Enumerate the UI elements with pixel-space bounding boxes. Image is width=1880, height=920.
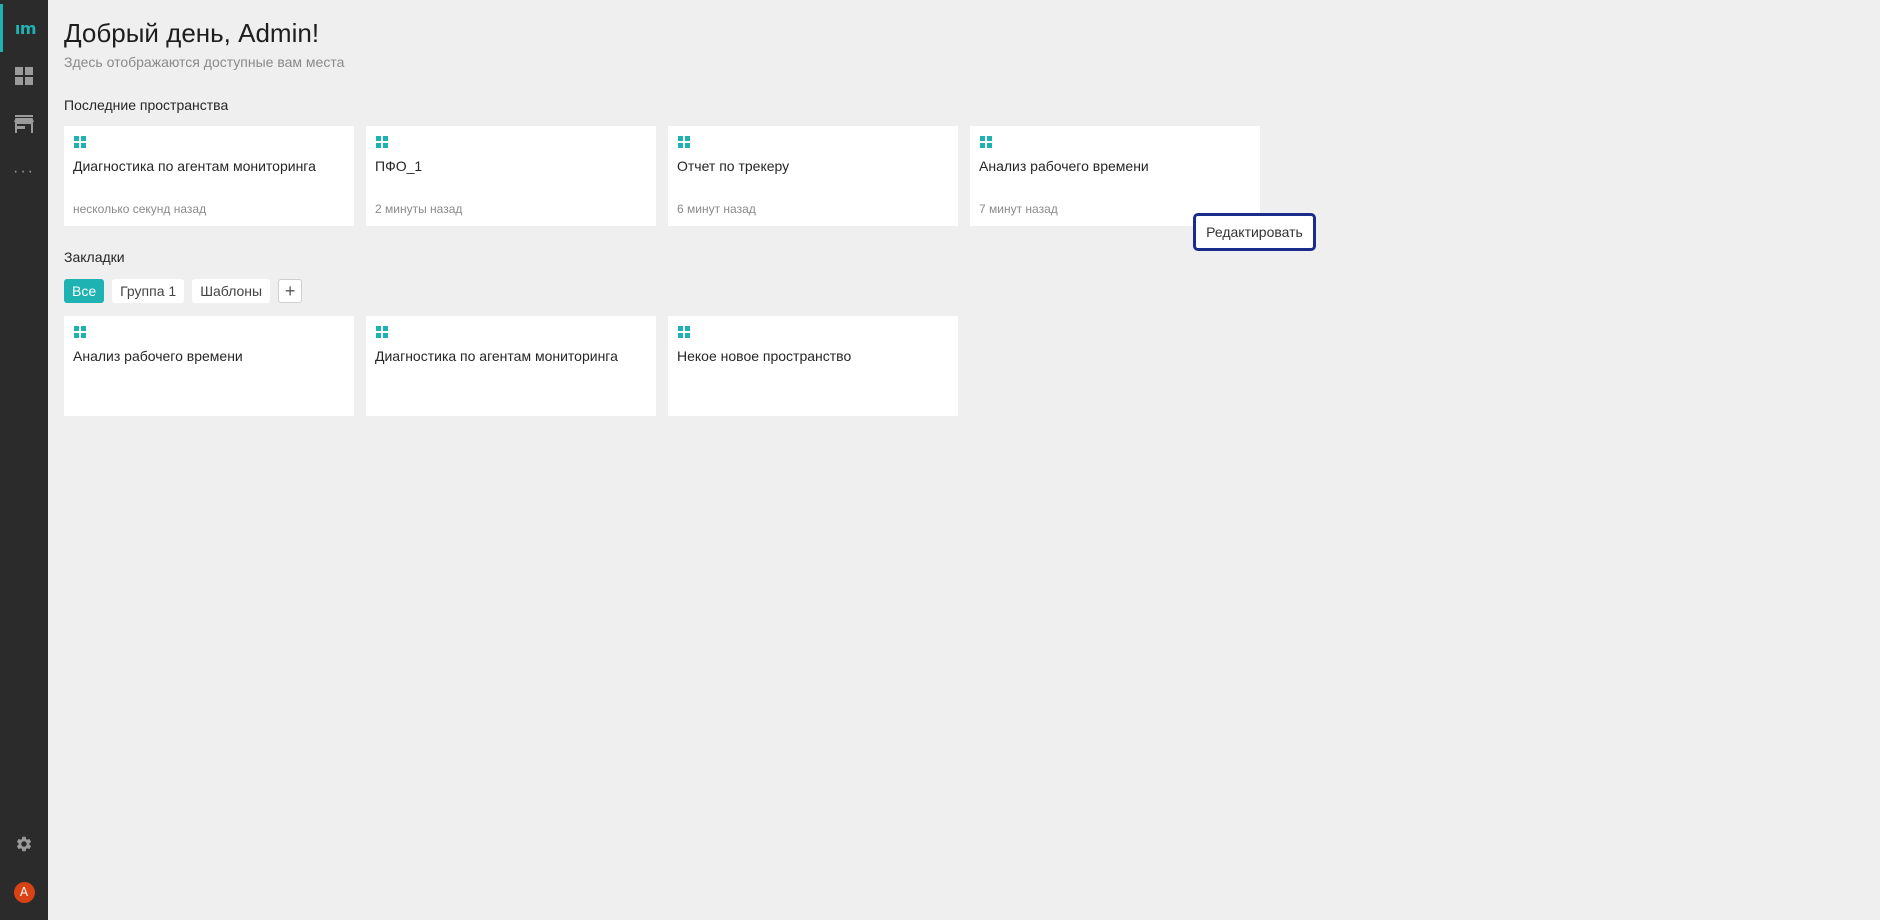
bookmark-cards: Анализ рабочего времени Диагностика по а… xyxy=(64,316,958,416)
bookmark-tabs: Все Группа 1 Шаблоны + xyxy=(64,279,303,303)
recent-cards: Диагностика по агентам мониторинга неско… xyxy=(64,126,1260,226)
storefront-icon xyxy=(14,115,34,133)
more-dots-icon: ··· xyxy=(13,163,35,180)
card-time: несколько секунд назад xyxy=(73,202,207,216)
space-grid-icon xyxy=(678,326,690,338)
sidebar: ım ··· A xyxy=(0,0,48,920)
recent-card[interactable]: ПФО_1 2 минуты назад xyxy=(366,126,656,226)
tab-group-1[interactable]: Группа 1 xyxy=(112,279,185,303)
recent-card[interactable]: Анализ рабочего времени 7 минут назад xyxy=(970,126,1260,226)
space-grid-icon xyxy=(376,136,388,148)
logo-text: ım xyxy=(14,18,37,38)
bookmarks-section-title: Закладки xyxy=(64,249,125,265)
tab-templates[interactable]: Шаблоны xyxy=(192,279,271,303)
card-title: ПФО_1 xyxy=(375,158,423,174)
avatar: A xyxy=(13,881,35,903)
recent-card[interactable]: Отчет по трекеру 6 минут назад xyxy=(668,126,958,226)
page-subtitle: Здесь отображаются доступные вам места xyxy=(64,54,345,70)
card-time: 7 минут назад xyxy=(979,202,1058,216)
bookmark-card[interactable]: Диагностика по агентам мониторинга xyxy=(366,316,656,416)
space-grid-icon xyxy=(74,326,86,338)
card-title: Анализ рабочего времени xyxy=(73,348,243,364)
space-grid-icon xyxy=(678,136,690,148)
settings-button[interactable] xyxy=(0,820,48,868)
dashboard-grid-icon xyxy=(15,67,33,85)
add-group-button[interactable]: + xyxy=(278,279,303,303)
sidebar-item-more[interactable]: ··· xyxy=(0,148,48,196)
page-title: Добрый день, Admin! xyxy=(64,18,320,48)
app-logo[interactable]: ım xyxy=(0,4,48,52)
tab-all[interactable]: Все xyxy=(64,279,105,303)
edit-button[interactable]: Редактировать xyxy=(1193,213,1316,251)
bookmark-card[interactable]: Анализ рабочего времени xyxy=(64,316,354,416)
card-title: Диагностика по агентам мониторинга xyxy=(375,348,618,364)
bookmark-card[interactable]: Некое новое пространство xyxy=(668,316,958,416)
gear-icon xyxy=(16,836,32,852)
space-grid-icon xyxy=(980,136,992,148)
card-title: Некое новое пространство xyxy=(677,348,852,364)
card-title: Диагностика по агентам мониторинга xyxy=(73,158,316,174)
sidebar-item-store[interactable] xyxy=(0,100,48,148)
recent-card[interactable]: Диагностика по агентам мониторинга неско… xyxy=(64,126,354,226)
user-menu-button[interactable]: A xyxy=(0,868,48,916)
recent-section-title: Последние пространства xyxy=(64,97,229,113)
card-time: 2 минуты назад xyxy=(375,202,463,216)
space-grid-icon xyxy=(74,136,86,148)
card-time: 6 минут назад xyxy=(677,202,756,216)
sidebar-item-dashboards[interactable] xyxy=(0,52,48,100)
space-grid-icon xyxy=(376,326,388,338)
card-title: Анализ рабочего времени xyxy=(979,158,1149,174)
card-title: Отчет по трекеру xyxy=(677,158,790,174)
